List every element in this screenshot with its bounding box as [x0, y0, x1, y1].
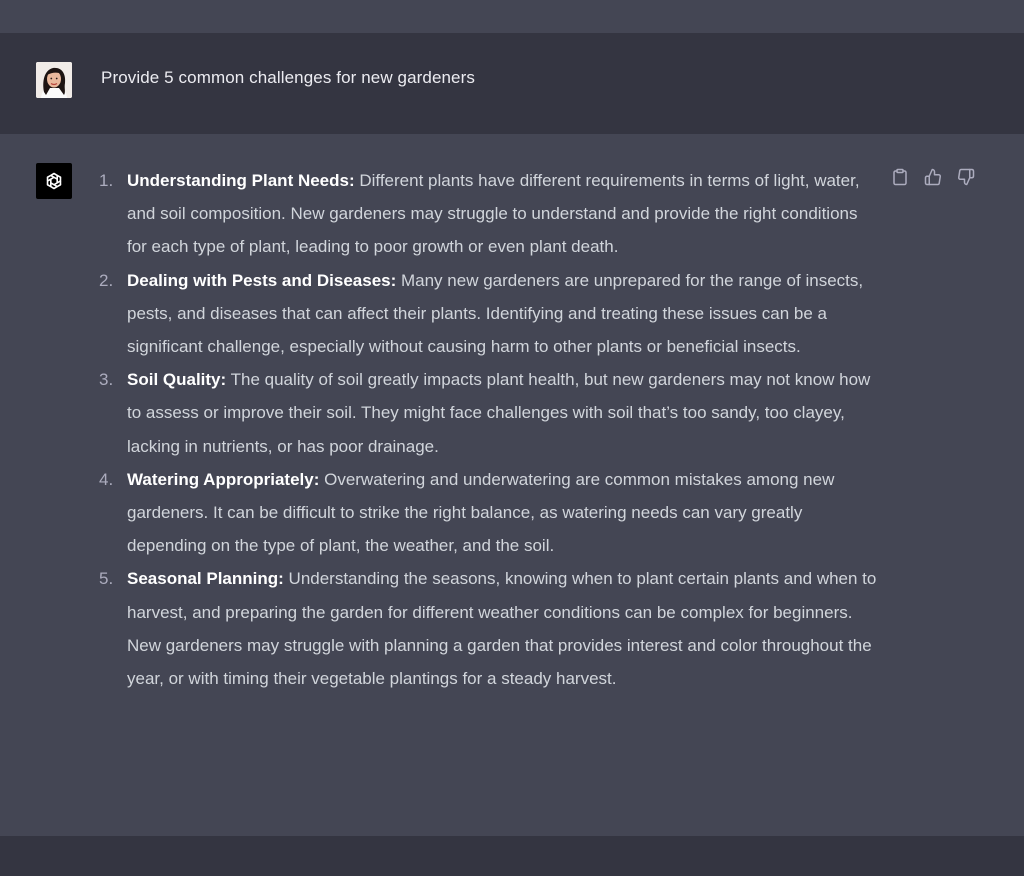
- message-actions: [889, 166, 977, 188]
- list-item-text: The quality of soil greatly impacts plan…: [127, 370, 871, 456]
- assistant-answer-list: 1. Understanding Plant Needs: Different p…: [99, 164, 877, 695]
- list-item: 2. Dealing with Pests and Diseases: Many …: [99, 264, 877, 364]
- list-item-number: 3.: [99, 370, 114, 390]
- list-item-title: Understanding Plant Needs:: [127, 171, 355, 190]
- clipboard-icon: [891, 168, 909, 186]
- thumbs-down-icon: [957, 168, 975, 186]
- copy-button[interactable]: [889, 166, 911, 188]
- user-message-text: Provide 5 common challenges for new gard…: [101, 68, 475, 87]
- list-item-title: Soil Quality:: [127, 370, 227, 390]
- thumbs-up-button[interactable]: [922, 166, 944, 188]
- list-item: 5. Seasonal Planning: Understanding the s…: [99, 562, 877, 695]
- assistant-avatar: [36, 163, 72, 199]
- assistant-message-row: 1. Understanding Plant Needs: Different p…: [0, 134, 1024, 836]
- openai-logo-icon: [42, 169, 66, 193]
- list-item-title: Watering Appropriately:: [127, 469, 320, 489]
- list-item-title: Seasonal Planning:: [127, 569, 284, 589]
- list-item: 3. Soil Quality: The quality of soil grea…: [99, 363, 877, 463]
- bottom-bar: [0, 836, 1024, 876]
- list-item-number: 1.: [99, 171, 114, 190]
- top-strip: [0, 0, 1024, 33]
- user-message-row: Provide 5 common challenges for new gard…: [0, 33, 1024, 134]
- list-item-number: 5.: [99, 569, 114, 589]
- list-item-number: 4.: [99, 469, 114, 489]
- thumbs-up-icon: [924, 168, 942, 186]
- thumbs-down-button[interactable]: [955, 166, 977, 188]
- list-item-title: Dealing with Pests and Diseases:: [127, 270, 397, 290]
- list-item: 1. Understanding Plant Needs: Different p…: [99, 164, 877, 264]
- list-item-number: 2.: [99, 270, 114, 290]
- list-item: 4. Watering Appropriately: Overwatering a…: [99, 463, 877, 563]
- user-avatar: [36, 62, 72, 98]
